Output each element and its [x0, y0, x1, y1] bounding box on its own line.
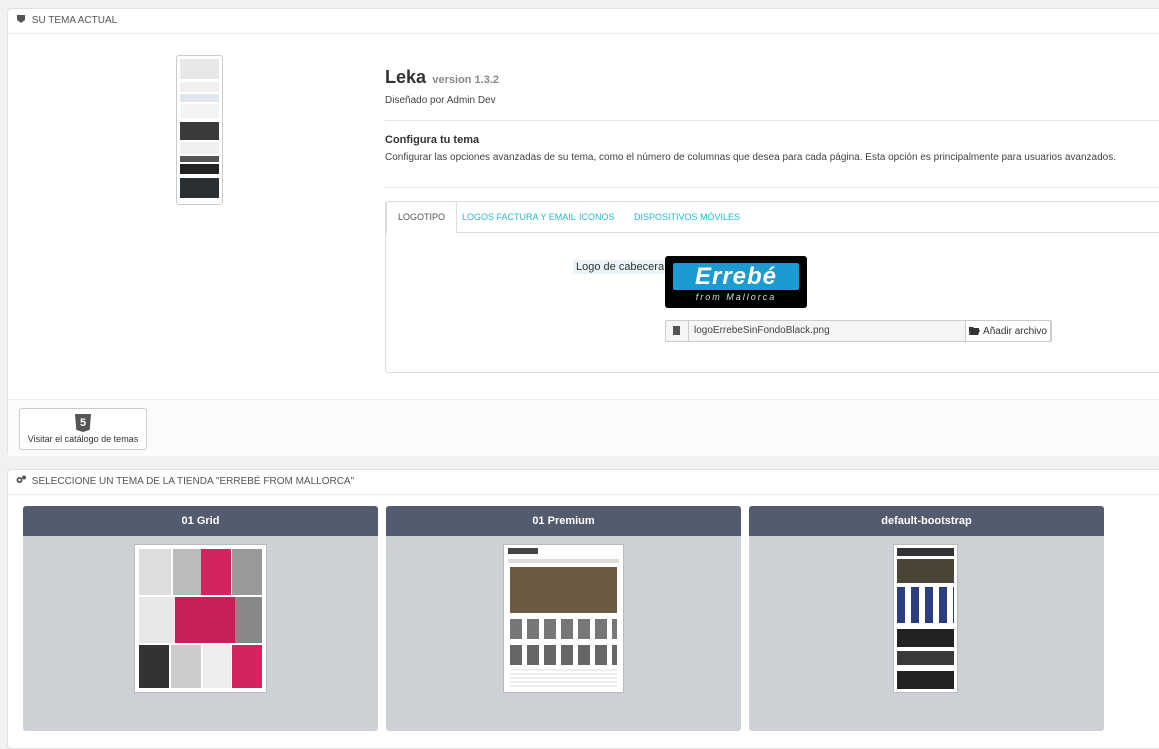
header-logo-label: Logo de cabecera [573, 260, 668, 274]
theme-card-01-grid[interactable]: 01 Grid [23, 506, 378, 731]
tab-logos-factura-email[interactable]: LOGOS FACTURA Y EMAIL [451, 202, 587, 232]
current-theme-thumbnail [176, 55, 223, 205]
select-theme-header-text: SELECCIONE UN TEMA DE LA TIENDA "ERREBÉ … [31, 476, 355, 487]
theme-version: version 1.3.2 [432, 74, 500, 86]
divider [385, 120, 1159, 121]
catalog-button-label: Visitar el catálogo de temas [27, 434, 139, 444]
theme-card-01-premium[interactable]: 01 Premium [386, 506, 741, 731]
tab-iconos[interactable]: ICONOS [568, 202, 626, 232]
select-theme-panel: SELECCIONE UN TEMA DE LA TIENDA "ERREBÉ … [7, 469, 1159, 749]
theme-thumbnail [503, 544, 624, 693]
theme-designer: Diseñado por Admin Dev [385, 95, 496, 106]
visit-theme-catalog-button[interactable]: 5 Visitar el catálogo de temas [19, 408, 147, 450]
current-theme-header-text: SU TEMA ACTUAL [31, 15, 118, 26]
file-icon [666, 321, 689, 341]
theme-card-title: 01 Premium [386, 506, 741, 536]
current-theme-header: SU TEMA ACTUAL [8, 9, 1159, 34]
select-theme-header: SELECCIONE UN TEMA DE LA TIENDA "ERREBÉ … [8, 470, 1159, 495]
theme-card-title: 01 Grid [23, 506, 378, 536]
logo-subtext: from Mallorca [695, 292, 777, 302]
config-description: Configurar las opciones avanzadas de su … [385, 152, 1117, 163]
shield-icon [17, 15, 25, 23]
folder-open-icon [969, 327, 981, 335]
theme-card-title: default-bootstrap [749, 506, 1104, 536]
logo-text: Errebé [673, 263, 799, 290]
divider [385, 187, 1159, 188]
panel-footer: 5 Visitar el catálogo de temas [8, 399, 1159, 456]
current-theme-panel: SU TEMA ACTUAL Leka version 1.3.2 Diseña… [7, 8, 1159, 456]
theme-thumbnail [134, 544, 267, 693]
theme-card-default-bootstrap[interactable]: default-bootstrap [749, 506, 1104, 731]
tab-logotipo[interactable]: LOGOTIPO [386, 201, 458, 234]
header-logo-image: Errebé from Mallorca [665, 256, 807, 308]
tab-bar: LOGOTIPO LOGOS FACTURA Y EMAIL ICONOS DI… [386, 201, 1159, 234]
add-file-label: Añadir archivo [983, 326, 1047, 337]
theme-title-row: Leka version 1.3.2 [385, 67, 499, 88]
tab-dispositivos-moviles[interactable]: DISPOSITIVOS MÓVILES [623, 202, 751, 232]
file-upload-row: logoErrebeSinFondoBlack.png Añadir archi… [665, 320, 1052, 342]
gears-icon [16, 475, 26, 483]
theme-thumbnail [893, 544, 958, 693]
logo-tabs-box: LOGOTIPO LOGOS FACTURA Y EMAIL ICONOS DI… [385, 201, 1159, 373]
theme-name: Leka [385, 67, 427, 87]
add-file-button[interactable]: Añadir archivo [965, 320, 1051, 342]
html5-icon: 5 [75, 414, 91, 432]
file-name-input[interactable]: logoErrebeSinFondoBlack.png [694, 321, 830, 341]
config-title: Configura tu tema [385, 134, 480, 146]
